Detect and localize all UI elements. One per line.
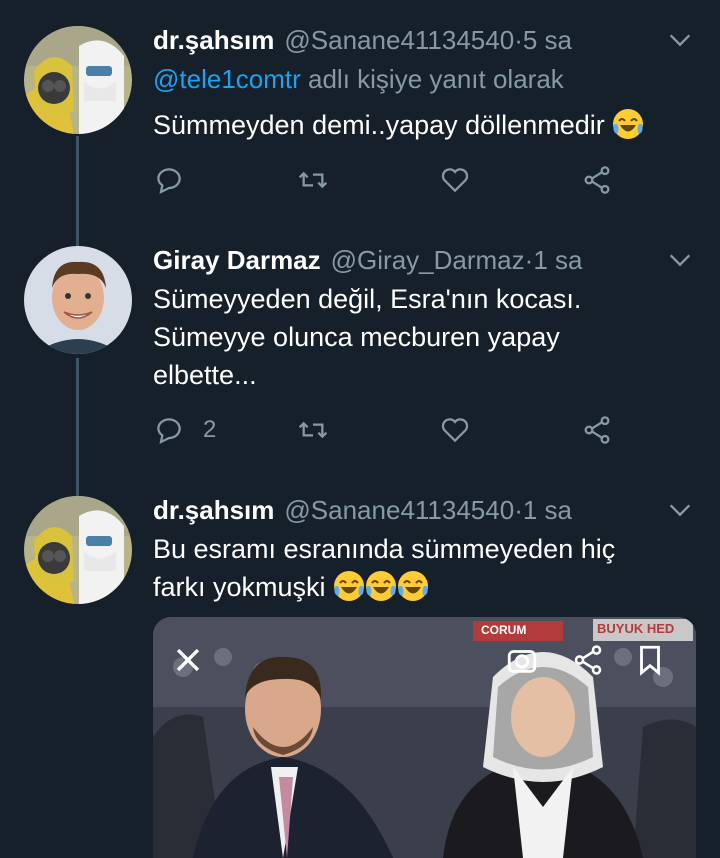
tweet-text-line: Sümmeyden demi..yapay döllenmedir bbox=[153, 110, 605, 140]
tweet-text-line: Sümeyyeden değil, Esra'nın kocası. bbox=[153, 284, 582, 314]
tweet-header: dr.şahsım @Sanane41134540 · 1 sa bbox=[153, 490, 572, 530]
display-name[interactable]: Giray Darmaz bbox=[153, 245, 321, 276]
reply-icon bbox=[157, 168, 181, 195]
reply-button[interactable]: 2 bbox=[153, 414, 216, 446]
share-button[interactable] bbox=[581, 414, 613, 446]
tweet-text-line-content: farkı yokmuşki bbox=[153, 572, 326, 602]
separator: · bbox=[514, 24, 523, 55]
tweet-text: Sümmeyden demi..yapay döllenmedir bbox=[153, 106, 693, 144]
avatar[interactable] bbox=[24, 26, 132, 134]
like-icon bbox=[441, 418, 469, 443]
tweet-text-line: elbette... bbox=[153, 360, 257, 390]
tweet-media-image[interactable]: BUYUK HED CORUM bbox=[153, 617, 696, 858]
tweet[interactable]: Giray Darmaz @Giray_Darmaz · 1 sa Sümeyy… bbox=[0, 240, 720, 495]
laughing-emoji-icon bbox=[366, 571, 397, 601]
reply-button[interactable] bbox=[153, 164, 185, 196]
like-button[interactable] bbox=[439, 414, 471, 446]
banner-text: CORUM bbox=[481, 623, 527, 637]
timestamp[interactable]: 1 sa bbox=[533, 245, 582, 276]
timestamp[interactable]: 5 sa bbox=[523, 25, 572, 56]
reply-icon bbox=[157, 418, 181, 445]
laughing-emoji-icon bbox=[334, 571, 365, 601]
tweet-actions: 2 bbox=[153, 414, 623, 454]
banner-text: BUYUK HED bbox=[597, 621, 675, 636]
bookmark-icon[interactable] bbox=[633, 643, 667, 677]
retweet-icon bbox=[298, 171, 328, 189]
chevron-down-icon[interactable] bbox=[666, 246, 694, 274]
retweet-button[interactable] bbox=[297, 164, 329, 196]
avatar[interactable] bbox=[24, 496, 132, 604]
retweet-icon bbox=[298, 421, 328, 439]
username[interactable]: @Sanane41134540 bbox=[284, 25, 514, 56]
chevron-down-icon[interactable] bbox=[666, 496, 694, 524]
chevron-down-icon[interactable] bbox=[666, 26, 694, 54]
reply-context-text: adlı kişiye yanıt olarak bbox=[300, 64, 564, 94]
share-button[interactable] bbox=[581, 164, 613, 196]
timestamp[interactable]: 1 sa bbox=[523, 495, 572, 526]
display-name[interactable]: dr.şahsım bbox=[153, 495, 274, 526]
tweet-text: Sümeyyeden değil, Esra'nın kocası. Sümey… bbox=[153, 280, 693, 394]
camera-icon[interactable] bbox=[505, 643, 539, 677]
separator: · bbox=[524, 244, 534, 275]
tweet-text: Bu esramı esranında sümmeyeden hiç farkı… bbox=[153, 530, 693, 606]
share-icon bbox=[584, 416, 610, 444]
username[interactable]: @Sanane41134540 bbox=[284, 495, 514, 526]
tweet-header: dr.şahsım @Sanane41134540 · 5 sa bbox=[153, 20, 572, 60]
tweet-header: Giray Darmaz @Giray_Darmaz · 1 sa bbox=[153, 240, 582, 280]
retweet-button[interactable] bbox=[297, 414, 329, 446]
tweet-actions bbox=[153, 164, 623, 204]
close-icon[interactable] bbox=[171, 643, 205, 677]
like-button[interactable] bbox=[439, 164, 471, 196]
tweet-text-line: Sümeyye olunca mecburen yapay bbox=[153, 322, 560, 352]
tweet-text-line: Bu esramı esranında sümmeyeden hiç bbox=[153, 534, 616, 564]
photo bbox=[153, 617, 696, 858]
reply-context: @tele1comtr adlı kişiye yanıt olarak bbox=[153, 64, 564, 95]
avatar[interactable] bbox=[24, 246, 132, 354]
tweet-text-line: farkı yokmuşki bbox=[153, 568, 693, 606]
reply-count: 2 bbox=[203, 416, 217, 443]
share-icon[interactable] bbox=[571, 643, 605, 677]
share-icon bbox=[584, 166, 610, 194]
separator: · bbox=[514, 494, 523, 525]
like-icon bbox=[441, 168, 469, 193]
username[interactable]: @Giray_Darmaz bbox=[331, 245, 525, 276]
laughing-emoji-icon bbox=[398, 571, 429, 601]
tweet[interactable]: dr.şahsım @Sanane41134540 · 5 sa @tele1c… bbox=[0, 0, 720, 240]
laughing-emoji-icon bbox=[613, 109, 644, 139]
mention-link[interactable]: @tele1comtr bbox=[153, 64, 301, 94]
display-name[interactable]: dr.şahsım bbox=[153, 25, 274, 56]
